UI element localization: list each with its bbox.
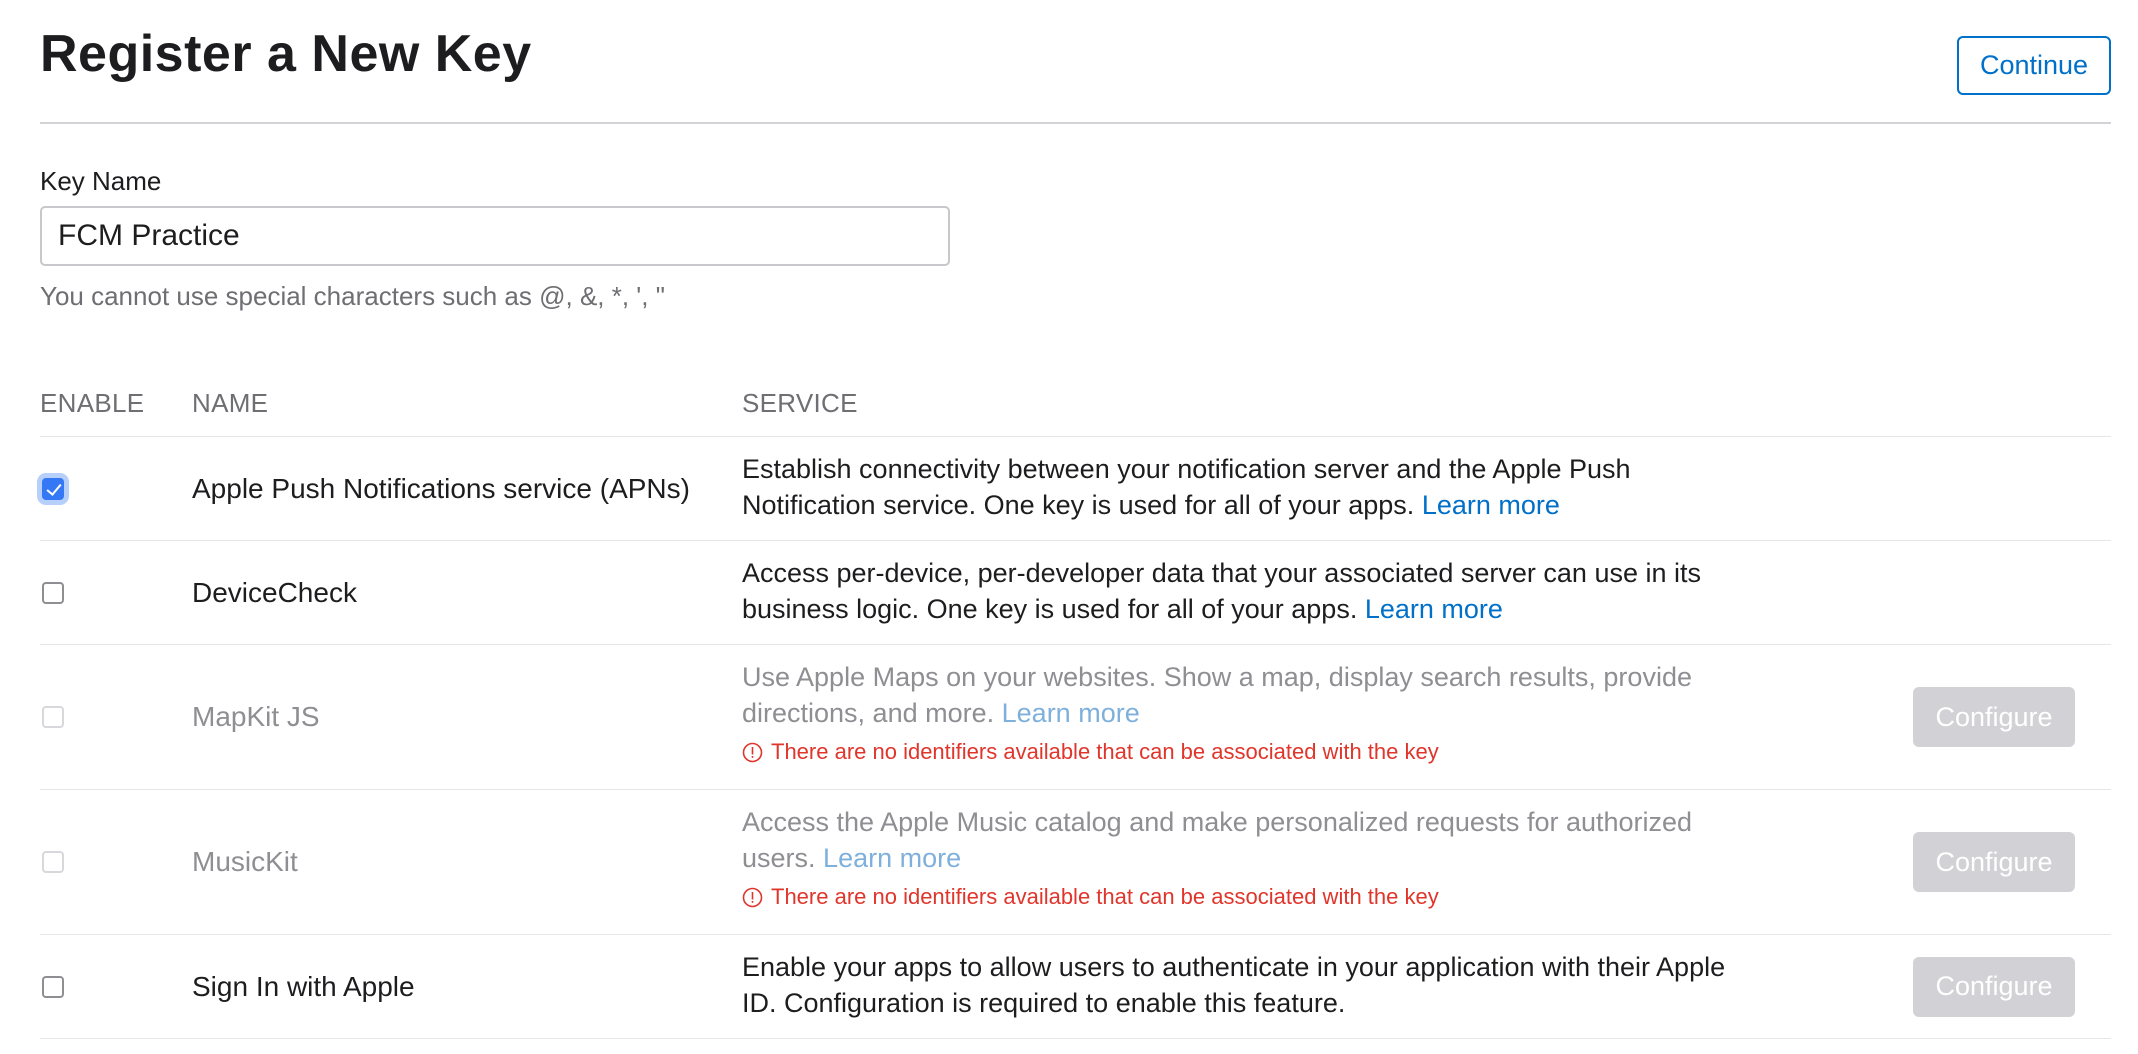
table-row-mapkit-js: MapKit JS Use Apple Maps on your website… (40, 645, 2111, 790)
checkbox (42, 706, 64, 728)
key-name-hint: You cannot use special characters such a… (40, 281, 665, 311)
enable-checkbox-apns[interactable] (40, 476, 66, 502)
service-name: MapKit JS (192, 701, 320, 732)
warning-text: There are no identifiers available that … (771, 739, 1439, 764)
key-name-label: Key Name (40, 166, 162, 196)
learn-more-link[interactable]: Learn more (1422, 490, 1560, 520)
column-header-service: SERVICE (742, 388, 858, 418)
exclamation-circle-icon (742, 887, 763, 908)
configure-button: Configure (1913, 832, 2075, 892)
table-row-musickit: MusicKit Access the Apple Music catalog … (40, 790, 2111, 935)
no-identifiers-warning: There are no identifiers available that … (742, 884, 1742, 910)
enable-checkbox-mapkit-js (40, 704, 66, 730)
register-key-page: Register a New Key Continue Key Name You… (0, 0, 2138, 1054)
service-name: Apple Push Notifications service (APNs) (192, 472, 690, 504)
checkbox (42, 851, 64, 873)
enable-checkbox-devicecheck[interactable] (40, 580, 66, 606)
checkbox[interactable] (42, 477, 64, 500)
service-description: Access per-device, per-developer data th… (742, 555, 1742, 627)
learn-more-link[interactable]: Learn more (1002, 698, 1140, 728)
enable-checkbox-sign-in-with-apple[interactable] (40, 974, 66, 1000)
service-description: Access the Apple Music catalog and make … (742, 804, 1742, 910)
no-identifiers-warning: There are no identifiers available that … (742, 739, 1742, 765)
checkmark-icon (46, 479, 62, 496)
continue-button[interactable]: Continue (1957, 36, 2111, 95)
learn-more-link[interactable]: Learn more (823, 843, 961, 873)
checkbox[interactable] (42, 975, 64, 998)
service-description: Establish connectivity between your noti… (742, 451, 1742, 523)
column-header-enable: ENABLE (40, 388, 145, 418)
service-name: MusicKit (192, 846, 298, 877)
key-name-input[interactable] (40, 206, 950, 266)
table-row-apns: Apple Push Notifications service (APNs) … (40, 437, 2111, 541)
service-name: DeviceCheck (192, 576, 357, 608)
exclamation-circle-icon (742, 742, 763, 763)
enable-checkbox-musickit (40, 849, 66, 875)
services-table: ENABLE NAME SERVICE Apple Push Notificat… (40, 380, 2111, 1039)
table-row-sign-in-with-apple: Sign In with Apple Enable your apps to a… (40, 935, 2111, 1039)
description-text: Enable your apps to allow users to authe… (742, 952, 1726, 1018)
learn-more-link[interactable]: Learn more (1365, 594, 1503, 624)
description-text: Use Apple Maps on your websites. Show a … (742, 662, 1692, 728)
service-description: Use Apple Maps on your websites. Show a … (742, 659, 1742, 765)
service-name: Sign In with Apple (192, 970, 415, 1002)
description-text: Access per-device, per-developer data th… (742, 558, 1701, 624)
table-row-devicecheck: DeviceCheck Access per-device, per-devel… (40, 541, 2111, 645)
warning-text: There are no identifiers available that … (771, 884, 1439, 909)
title-divider (40, 122, 2111, 124)
configure-button: Configure (1913, 687, 2075, 747)
page-title: Register a New Key (40, 25, 532, 83)
checkbox[interactable] (42, 581, 64, 604)
configure-button[interactable]: Configure (1913, 956, 2075, 1017)
table-header: ENABLE NAME SERVICE (40, 380, 2111, 437)
service-description: Enable your apps to allow users to authe… (742, 949, 1742, 1021)
column-header-name: NAME (192, 388, 269, 418)
